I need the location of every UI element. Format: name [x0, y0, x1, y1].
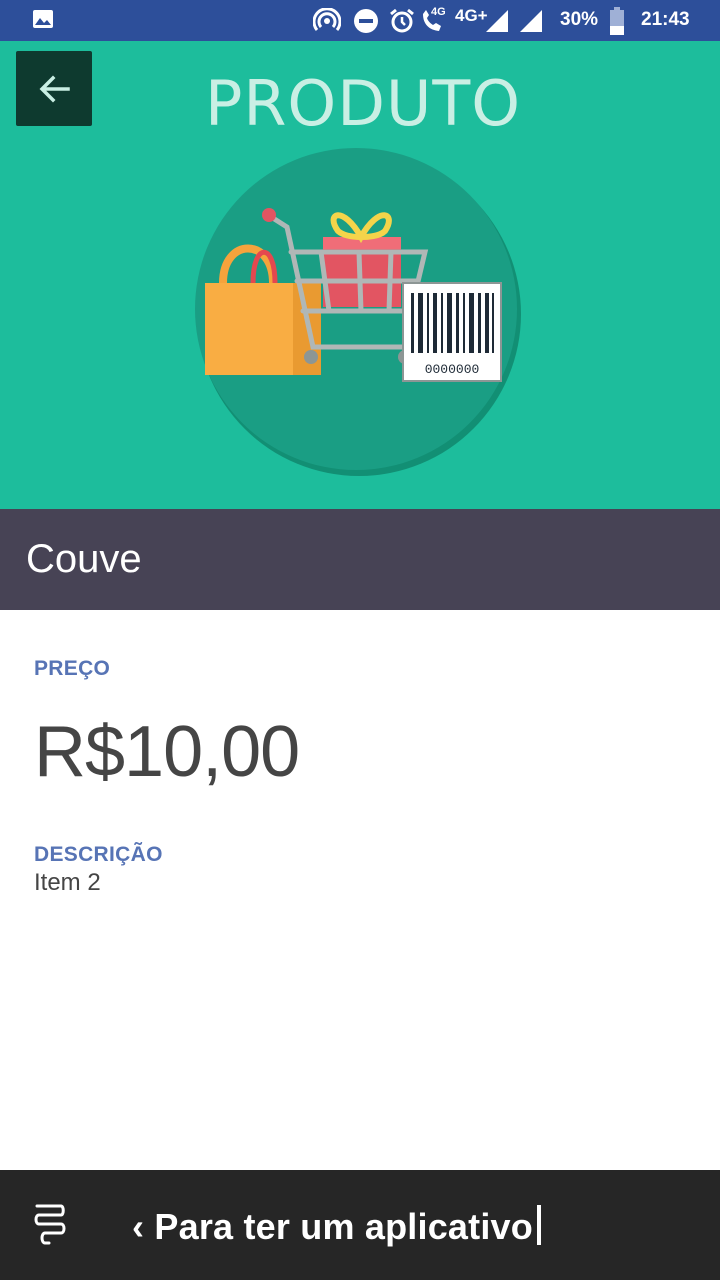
app-builder-logo-icon: [34, 1204, 66, 1245]
promo-bar[interactable]: ‹ Para ter um aplicativo: [0, 1170, 720, 1280]
price-value: R$10,00: [34, 712, 300, 792]
clock: 21:43: [641, 9, 690, 30]
price-label: PREÇO: [34, 657, 111, 680]
signal-icon-2: [520, 10, 542, 32]
description-value: Item 2: [34, 869, 101, 896]
battery-icon: [610, 7, 624, 35]
signal-icon-1: [486, 10, 508, 32]
gallery-notification-icon: [33, 10, 53, 28]
hotspot-icon: [313, 8, 341, 31]
page-title: PRODUTO: [204, 67, 522, 140]
battery-percent: 30%: [560, 9, 599, 30]
barcode-icon: 0000000: [402, 282, 502, 382]
product-name: Couve: [26, 537, 142, 581]
shopping-illustration: 0000000: [195, 148, 521, 476]
do-not-disturb-icon: [354, 9, 378, 33]
description-label: DESCRIÇÃO: [34, 843, 163, 866]
status-bar: 4G 4G+ 30% 21:43: [0, 0, 720, 41]
network-label: 4G+: [455, 6, 488, 25]
promo-text[interactable]: ‹ Para ter um aplicativo: [132, 1205, 541, 1248]
product-header: PRODUTO 0000000: [0, 41, 720, 509]
product-name-bar: Couve: [0, 509, 720, 610]
text-cursor: [536, 1205, 541, 1245]
barcode-digits: 0000000: [425, 362, 480, 377]
network-small-label: 4G: [431, 6, 446, 18]
alarm-icon: [390, 8, 414, 33]
